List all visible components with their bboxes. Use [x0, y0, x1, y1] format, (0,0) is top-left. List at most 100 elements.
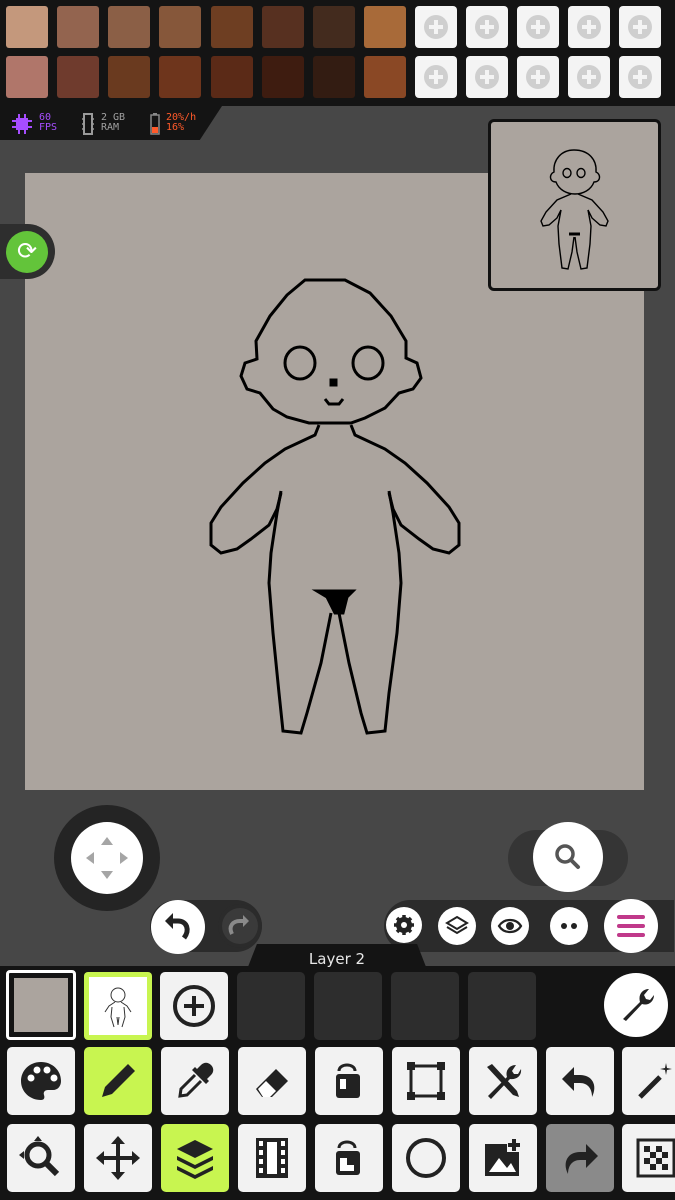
undo-button[interactable]	[151, 900, 205, 954]
fps-label: FPS	[39, 122, 58, 133]
refresh-icon: ⟳	[6, 231, 48, 273]
pan-joystick[interactable]	[71, 822, 143, 894]
add-color-slot[interactable]	[568, 6, 610, 48]
add-color-slot[interactable]	[619, 56, 661, 98]
color-swatch[interactable]	[262, 56, 304, 98]
color-swatch[interactable]	[57, 56, 99, 98]
eyedropper-icon	[178, 1062, 214, 1098]
color-swatch[interactable]	[211, 6, 253, 48]
color-swatch[interactable]	[211, 56, 253, 98]
add-color-slot[interactable]	[568, 56, 610, 98]
color-swatch[interactable]	[313, 6, 355, 48]
color-swatch[interactable]	[159, 56, 201, 98]
move-arrows-icon	[86, 837, 128, 879]
shape-tool[interactable]	[392, 1124, 460, 1192]
settings-button[interactable]	[386, 907, 422, 943]
color-swatch[interactable]	[262, 6, 304, 48]
tools-menu[interactable]	[469, 1047, 537, 1115]
color-swatch[interactable]	[6, 56, 48, 98]
empty-layer-slot	[314, 972, 382, 1040]
layer-thumbnail-active[interactable]	[84, 972, 152, 1040]
empty-layer-slot	[391, 972, 459, 1040]
color-swatch[interactable]	[313, 56, 355, 98]
animation-tool[interactable]	[238, 1124, 306, 1192]
redo-tool[interactable]	[546, 1124, 614, 1192]
current-layer-label[interactable]: Layer 2	[246, 944, 428, 972]
magic-wand-tool[interactable]	[622, 1047, 675, 1115]
eraser-tool[interactable]	[238, 1047, 306, 1115]
sync-button[interactable]: ⟳	[0, 224, 55, 279]
ram-label: RAM	[101, 122, 120, 133]
add-circle-icon	[475, 15, 499, 39]
pencil-icon	[102, 1064, 135, 1097]
settings-wrench-button[interactable]	[604, 973, 668, 1037]
circle-icon	[406, 1138, 446, 1178]
memory-icon	[82, 113, 94, 135]
add-image-icon	[485, 1138, 521, 1176]
eyedropper-tool[interactable]	[161, 1047, 229, 1115]
add-circle-icon	[628, 65, 652, 89]
background-color-slot[interactable]	[6, 970, 76, 1040]
battery-readout: 20%/h 16%	[166, 113, 196, 133]
background-color-swatch	[14, 978, 68, 1032]
selection-tool[interactable]	[392, 1047, 460, 1115]
fill-bucket-icon	[336, 1063, 360, 1098]
color-swatch[interactable]	[108, 56, 150, 98]
fill-tool[interactable]	[315, 1047, 383, 1115]
visibility-button[interactable]	[491, 907, 529, 945]
import-image-tool[interactable]	[469, 1124, 537, 1192]
wrench-icon	[623, 989, 654, 1021]
add-circle-icon	[424, 15, 448, 39]
add-color-slot[interactable]	[415, 56, 457, 98]
add-color-slot[interactable]	[415, 6, 457, 48]
color-swatch[interactable]	[57, 6, 99, 48]
color-palette	[0, 0, 675, 106]
grid-tool[interactable]	[622, 1124, 675, 1192]
add-color-slot[interactable]	[619, 6, 661, 48]
add-layer-button[interactable]	[160, 972, 228, 1040]
add-color-slot[interactable]	[466, 6, 508, 48]
add-color-slot[interactable]	[517, 6, 559, 48]
color-swatch[interactable]	[364, 56, 406, 98]
layers-icon	[177, 1140, 213, 1179]
add-circle-icon	[526, 65, 550, 89]
zoom-tool[interactable]	[7, 1124, 75, 1192]
move-icon	[96, 1136, 140, 1180]
dots-icon	[561, 923, 577, 929]
canvas-preview[interactable]	[488, 119, 661, 291]
tools-icon	[487, 1064, 522, 1099]
pattern-fill-tool[interactable]	[315, 1124, 383, 1192]
add-circle-icon	[475, 65, 499, 89]
main-menu-button[interactable]	[604, 899, 658, 953]
more-options-button[interactable]	[550, 907, 588, 945]
cpu-icon	[12, 114, 32, 134]
fill-pattern-icon	[336, 1140, 360, 1175]
pencil-tool[interactable]	[84, 1047, 152, 1115]
add-color-slot[interactable]	[466, 56, 508, 98]
color-swatch[interactable]	[108, 6, 150, 48]
redo-button[interactable]	[218, 904, 262, 948]
color-swatch[interactable]	[159, 6, 201, 48]
search-icon	[555, 844, 580, 869]
color-swatch[interactable]	[6, 6, 48, 48]
battery-icon	[150, 113, 160, 135]
color-swatch[interactable]	[364, 6, 406, 48]
layer-preview-sketch	[104, 987, 132, 1028]
eraser-icon	[256, 1069, 288, 1097]
gear-icon	[394, 915, 414, 935]
layers-outline-icon	[445, 915, 469, 935]
add-circle-icon	[577, 15, 601, 39]
preview-sketch	[540, 149, 609, 270]
color-palette-tool[interactable]	[7, 1047, 75, 1115]
layers-button[interactable]	[438, 907, 476, 945]
add-circle-icon	[173, 985, 215, 1027]
palette-icon	[21, 1062, 61, 1100]
layers-tool[interactable]	[161, 1124, 229, 1192]
undo-icon	[562, 1067, 595, 1097]
performance-stats: 60 FPS 2 GB RAM 20%/h 16%	[0, 106, 222, 140]
zoom-button[interactable]	[533, 822, 603, 892]
move-tool[interactable]	[84, 1124, 152, 1192]
hamburger-menu-icon	[617, 915, 645, 937]
undo-tool[interactable]	[546, 1047, 614, 1115]
add-color-slot[interactable]	[517, 56, 559, 98]
